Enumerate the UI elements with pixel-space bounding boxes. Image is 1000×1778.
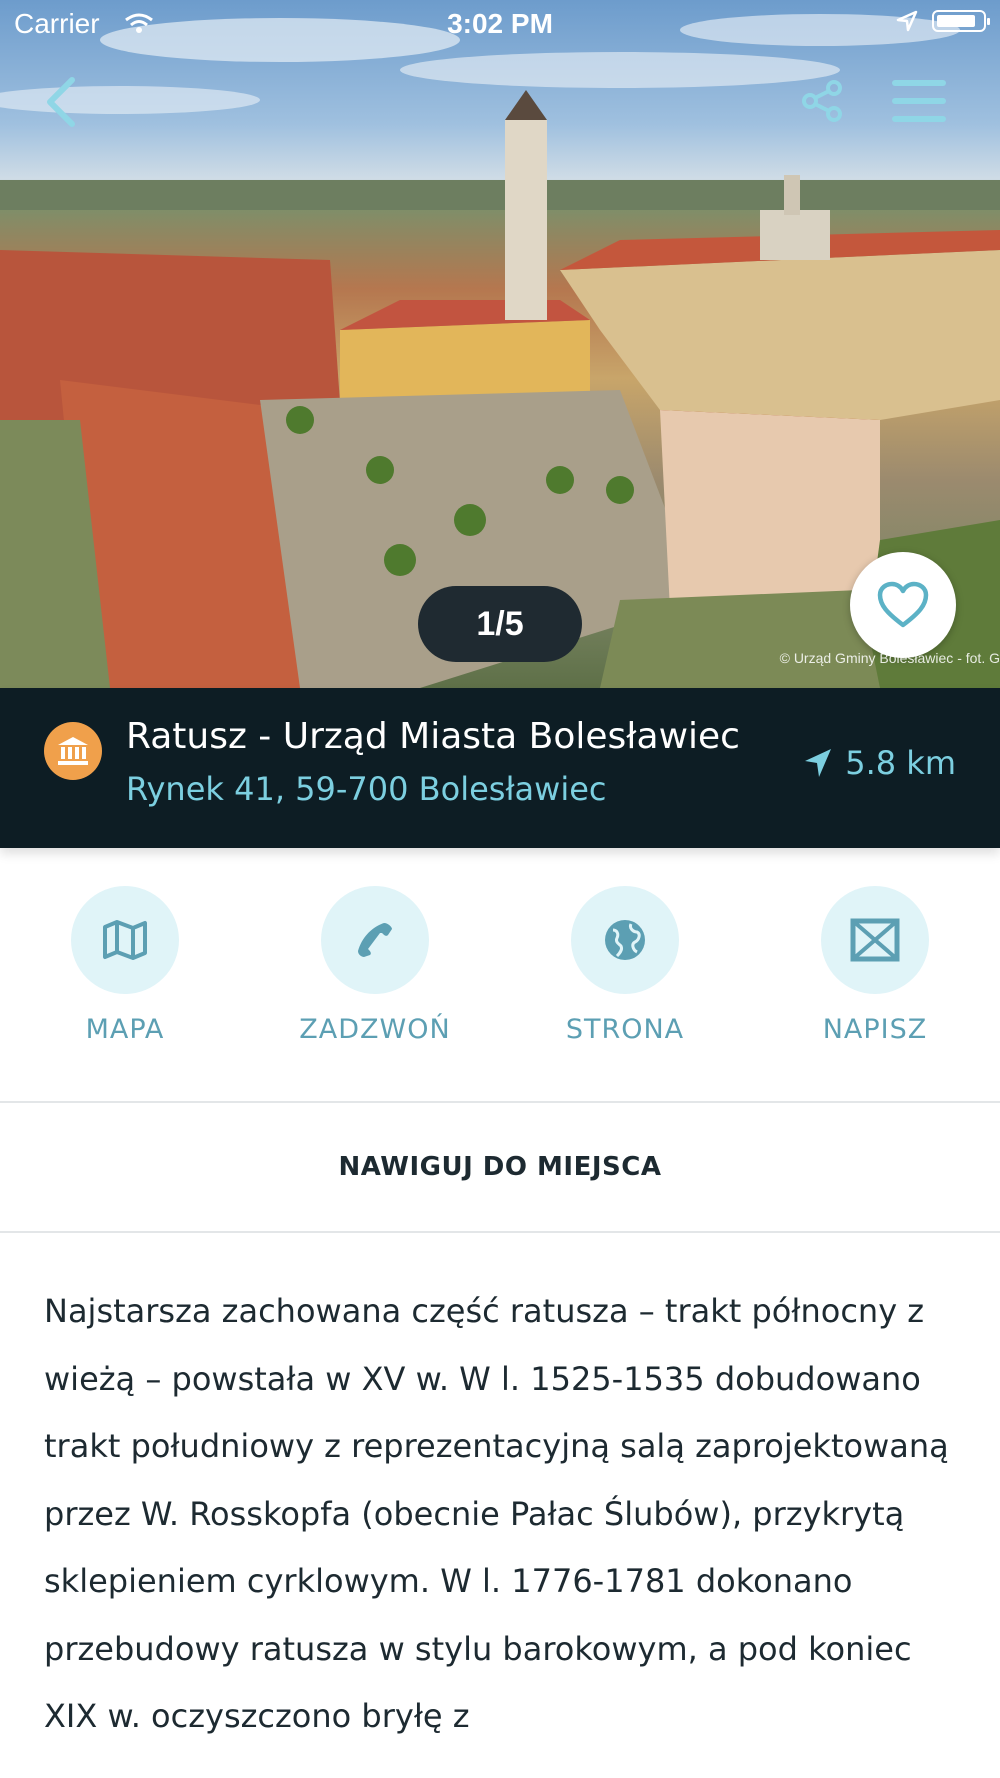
place-title: Ratusz - Urząd Miasta Bolesławiec: [126, 716, 740, 757]
email-action[interactable]: NAPISZ: [775, 886, 975, 1045]
share-button[interactable]: [800, 78, 846, 124]
call-action-circle[interactable]: [321, 886, 429, 994]
mail-icon: [850, 918, 900, 962]
menu-button[interactable]: [890, 76, 948, 126]
call-action[interactable]: ZADZWOŃ: [275, 886, 475, 1045]
back-button[interactable]: [40, 72, 84, 132]
email-action-circle[interactable]: [821, 886, 929, 994]
chevron-left-icon: [47, 77, 75, 127]
email-action-label: NAPISZ: [822, 1014, 928, 1045]
website-action-label: STRONA: [565, 1014, 685, 1045]
place-description: Najstarsza zachowana część ratusza – tra…: [44, 1292, 949, 1735]
map-action-circle[interactable]: [71, 886, 179, 994]
heart-icon: [877, 581, 929, 628]
action-row: MAPA ZADZWOŃ STRONA NAPISZ: [0, 848, 1000, 1101]
place-header: Ratusz - Urząd Miasta Bolesławiec Rynek …: [0, 688, 1000, 848]
gallery-pager: 1/5: [418, 586, 582, 662]
favorite-button[interactable]: [850, 552, 956, 658]
globe-icon: [605, 920, 645, 960]
map-icon: [103, 920, 147, 960]
share-icon: [802, 80, 842, 122]
status-bar: Carrier 3:02 PM: [0, 0, 1000, 50]
town-square-photo: [0, 14, 1000, 688]
hero-photo[interactable]: Carrier 3:02 PM 1/5 © Urząd Gminy Bolesł…: [0, 0, 1000, 688]
phone-icon: [358, 923, 392, 957]
status-indicators: [896, 10, 990, 32]
distance-value: 5.8 km: [845, 744, 956, 782]
location-arrow-icon: [896, 10, 918, 32]
place-address[interactable]: Rynek 41, 59-700 Bolesławiec: [126, 770, 607, 808]
category-badge: [44, 722, 102, 780]
hamburger-icon: [892, 80, 946, 122]
museum-icon: [58, 737, 88, 765]
map-action[interactable]: MAPA: [25, 886, 225, 1045]
call-action-label: ZADZWOŃ: [299, 1014, 451, 1045]
distance-indicator: 5.8 km: [803, 744, 956, 782]
map-action-label: MAPA: [85, 1014, 165, 1045]
website-action[interactable]: STRONA: [525, 886, 725, 1045]
divider-bottom: [0, 1231, 1000, 1233]
navigate-button[interactable]: NAWIGUJ DO MIEJSCA: [0, 1103, 1000, 1231]
battery-icon: [932, 10, 990, 32]
website-action-circle[interactable]: [571, 886, 679, 994]
photo-credit: © Urząd Gminy Bolesławiec - fot. G: [779, 650, 1000, 666]
clock: 3:02 PM: [447, 8, 553, 39]
navigation-arrow-icon: [805, 749, 832, 777]
